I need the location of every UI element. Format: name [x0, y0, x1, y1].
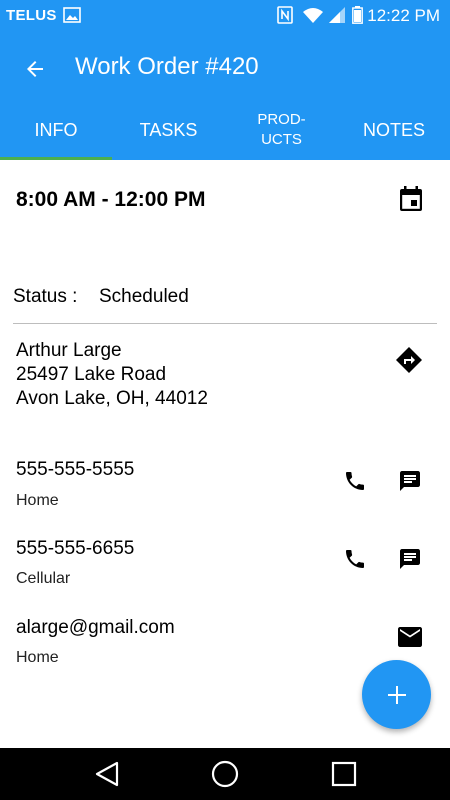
status-bar: TELUS 12:22 PM	[0, 0, 450, 30]
address-city: Avon Lake, OH, 44012	[16, 388, 208, 409]
calendar-icon	[400, 186, 422, 211]
clock: 12:22 PM	[367, 6, 440, 25]
arrow-back-icon	[27, 61, 43, 77]
email-icon	[398, 627, 422, 647]
nav-back-button[interactable]	[90, 758, 124, 790]
signal-icon	[328, 6, 346, 24]
message-button[interactable]	[390, 461, 430, 501]
calendar-button[interactable]	[391, 179, 431, 219]
page-title: Work Order #420	[75, 53, 259, 80]
email-button[interactable]	[390, 617, 430, 657]
tab-tasks[interactable]: TASKS	[112, 100, 225, 160]
add-button[interactable]	[362, 660, 431, 729]
nav-recents-button[interactable]	[327, 758, 361, 790]
status-row: Status : Scheduled	[13, 286, 189, 308]
directions-button[interactable]	[389, 340, 429, 380]
call-button[interactable]	[335, 461, 375, 501]
tab-info[interactable]: INFO	[0, 100, 112, 160]
contact-type: Home	[16, 492, 59, 509]
tab-products[interactable]: PROD- UCTS	[225, 100, 338, 160]
battery-icon	[352, 6, 363, 24]
phone-icon	[346, 472, 364, 490]
carrier-name: TELUS	[6, 7, 57, 24]
contact-phone-home[interactable]: 555-555-5555	[16, 459, 134, 481]
image-icon	[63, 6, 81, 24]
message-icon	[400, 471, 420, 491]
divider	[13, 323, 437, 324]
nav-home-button[interactable]	[208, 758, 242, 790]
address-street: 25497 Lake Road	[16, 364, 167, 385]
message-icon	[400, 549, 420, 569]
contact-type: Cellular	[16, 570, 71, 587]
add-icon	[387, 685, 406, 704]
message-button[interactable]	[390, 539, 430, 579]
contact-email[interactable]: alarge@gmail.com	[16, 617, 175, 639]
recents-icon	[331, 761, 357, 787]
tab-bar: INFO TASKS PROD- UCTS NOTES	[0, 100, 450, 160]
navigation-bar	[0, 748, 450, 800]
tab-indicator	[0, 157, 112, 160]
tab-notes[interactable]: NOTES	[338, 100, 450, 160]
wifi-icon	[302, 6, 324, 24]
status-value: Scheduled	[99, 286, 189, 307]
call-button[interactable]	[335, 539, 375, 579]
phone-icon	[346, 550, 364, 568]
nfc-icon	[277, 6, 293, 24]
back-button[interactable]	[18, 52, 52, 86]
contact-phone-cellular[interactable]: 555-555-6655	[16, 538, 134, 560]
home-icon	[211, 760, 239, 788]
contact-type: Home	[16, 649, 59, 666]
customer-address: Arthur Large 25497 Lake Road Avon Lake, …	[16, 339, 208, 411]
time-range: 8:00 AM - 12:00 PM	[16, 188, 206, 211]
directions-icon	[396, 347, 422, 373]
app-bar: Work Order #420 INFO TASKS PROD- UCTS NO…	[0, 30, 450, 160]
customer-name: Arthur Large	[16, 340, 122, 361]
nav-back-icon	[95, 761, 119, 787]
status-label: Status :	[13, 286, 78, 307]
